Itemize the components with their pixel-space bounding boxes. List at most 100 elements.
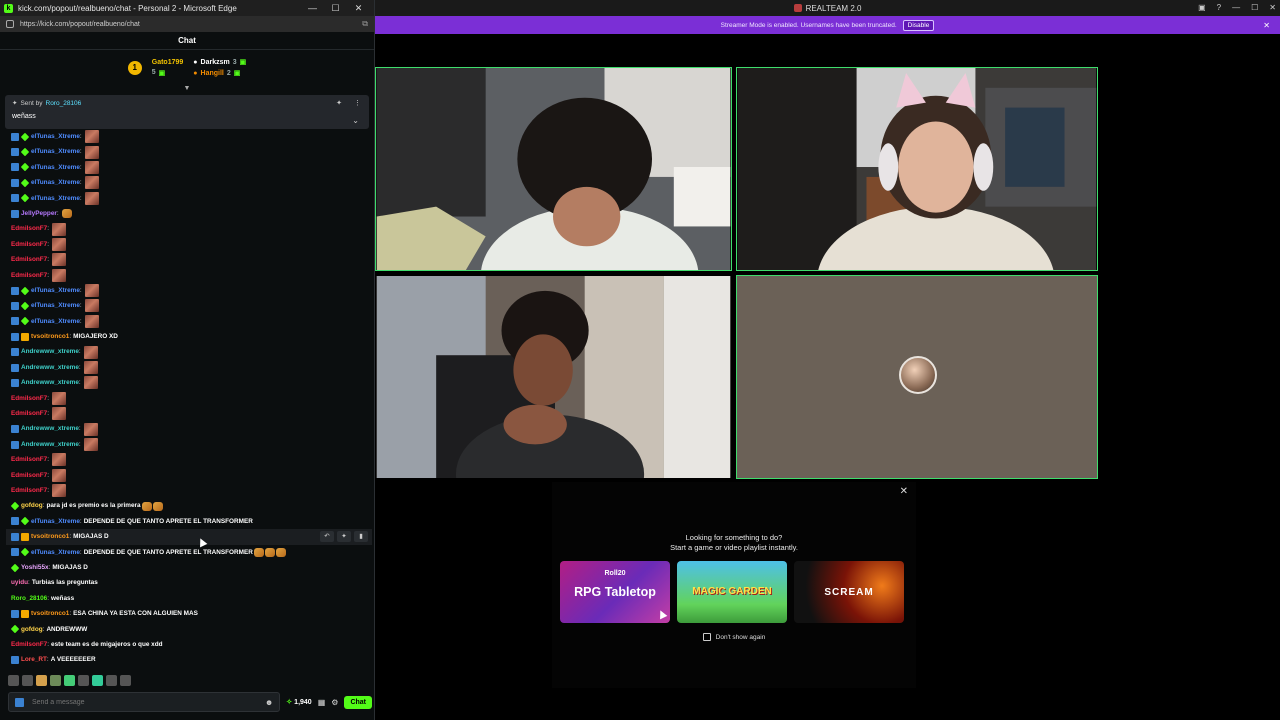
chat-username[interactable]: EdmilsonF7	[11, 252, 47, 267]
channel-points[interactable]: ✧ 1,940	[286, 698, 311, 707]
video-tile[interactable]	[375, 67, 732, 271]
chat-message[interactable]: JellyPepper:	[6, 206, 372, 221]
chat-message[interactable]: elTunas_Xtreme:	[6, 160, 372, 175]
chat-message[interactable]: gofdog: para jd es premio es la primera	[6, 498, 372, 513]
chat-username[interactable]: EdmilsonF7	[11, 268, 47, 283]
emote-icon[interactable]	[8, 675, 19, 686]
chat-message[interactable]: Lore_RT: A VEEEEEEER	[6, 652, 372, 667]
chat-message[interactable]: Roro_28106: weñass	[6, 591, 372, 606]
emoji-icon[interactable]: ☻	[265, 698, 273, 707]
chevron-down-icon[interactable]: ⌄	[352, 116, 359, 125]
chat-username[interactable]: Andrewww_xtreme	[21, 375, 79, 390]
chat-username[interactable]: elTunas_Xtreme	[31, 298, 80, 313]
chat-message[interactable]: Andrewww_xtreme:	[6, 360, 372, 375]
maximize-icon[interactable]: ☐	[324, 3, 347, 14]
emote-icon[interactable]	[36, 675, 47, 686]
chat-message[interactable]: elTunas_Xtreme:	[6, 191, 372, 206]
chat-input-box[interactable]: ☻	[8, 692, 281, 712]
chat-message[interactable]: Yoshi55x: MIGAJAS D	[6, 560, 372, 575]
chat-username[interactable]: EdmilsonF7	[11, 468, 47, 483]
dont-show-checkbox[interactable]	[702, 633, 711, 641]
reply-icon[interactable]: ↶	[320, 531, 334, 543]
chat-message[interactable]: elTunas_Xtreme:	[6, 298, 372, 313]
chat-message[interactable]: EdmilsonF7:	[6, 452, 372, 467]
chat-message[interactable]: elTunas_Xtreme: DEPENDE DE QUE TANTO APRE…	[6, 545, 372, 560]
chat-username[interactable]: Andrewww_xtreme	[21, 421, 79, 436]
chat-message[interactable]: EdmilsonF7:	[6, 468, 372, 483]
chat-message[interactable]: Andrewww_xtreme:	[6, 437, 372, 452]
chat-username[interactable]: tvsoitronco1	[31, 329, 69, 344]
chat-username[interactable]: elTunas_Xtreme	[31, 314, 80, 329]
video-tile[interactable]	[736, 67, 1098, 271]
chat-username[interactable]: elTunas_Xtreme	[31, 144, 80, 159]
close-icon[interactable]: ✕	[900, 486, 908, 497]
chat-username[interactable]: Andrewww_xtreme	[21, 437, 79, 452]
send-chat-button[interactable]: Chat	[344, 695, 372, 709]
unpin-icon[interactable]: ✦	[336, 99, 342, 107]
chat-username[interactable]: Roro_28106	[11, 591, 47, 606]
activity-card-scream[interactable]: SCREAM	[794, 561, 904, 623]
emote-icon[interactable]	[78, 675, 89, 686]
emote-icon[interactable]	[64, 675, 75, 686]
chat-username[interactable]: tvsoitronco1	[31, 529, 69, 544]
video-tile-camera-off[interactable]	[736, 275, 1098, 479]
chat-message-list[interactable]: elTunas_Xtreme: elTunas_Xtreme: elTunas_Xt…	[6, 129, 372, 669]
chat-username[interactable]: EdmilsonF7	[11, 483, 47, 498]
close-icon[interactable]: ✕	[1269, 0, 1276, 16]
chat-message[interactable]: Andrewww_xtreme:	[6, 421, 372, 436]
chat-message[interactable]: tvsoitronco1: MIGAJERO XD	[6, 329, 372, 344]
chat-message[interactable]: gofdog: ANDREWWW	[6, 622, 372, 637]
chat-username[interactable]: elTunas_Xtreme	[31, 160, 80, 175]
chat-username[interactable]: elTunas_Xtreme	[31, 175, 80, 190]
chat-username[interactable]: EdmilsonF7	[11, 221, 47, 236]
pin-icon[interactable]: ✦	[337, 531, 351, 543]
chat-username[interactable]: tvsoitronco1	[31, 606, 69, 621]
chat-message[interactable]: tvsoitronco1: MIGAJAS D ↶ ✦ ▮	[6, 529, 372, 545]
gifter-name[interactable]: Hangill	[201, 70, 224, 77]
chat-message[interactable]: EdmilsonF7:	[6, 268, 372, 283]
store-icon[interactable]: ▦	[318, 698, 326, 707]
chat-message[interactable]: elTunas_Xtreme:	[6, 314, 372, 329]
emote-icon[interactable]	[50, 675, 61, 686]
chat-username[interactable]: elTunas_Xtreme	[31, 283, 80, 298]
chat-message[interactable]: EdmilsonF7:	[6, 406, 372, 421]
video-tile[interactable]	[375, 275, 732, 479]
chat-username[interactable]: gofdog	[21, 622, 43, 637]
chat-message[interactable]: elTunas_Xtreme:	[6, 283, 372, 298]
emote-icon[interactable]	[120, 675, 131, 686]
emote-picker-icon[interactable]	[15, 697, 24, 707]
dont-show-again-row[interactable]: Don't show again	[552, 633, 916, 641]
chat-username[interactable]: elTunas_Xtreme	[31, 545, 80, 560]
close-icon[interactable]: ✕	[347, 3, 370, 14]
extensions-icon[interactable]: ⧉	[362, 19, 368, 29]
maximize-icon[interactable]: ☐	[1251, 0, 1258, 16]
gifter-name[interactable]: Gato1799	[152, 59, 184, 66]
gifter-name[interactable]: Darkzsm	[201, 59, 230, 66]
chat-username[interactable]: elTunas_Xtreme	[31, 514, 80, 529]
emote-icon[interactable]	[106, 675, 117, 686]
pinned-sender[interactable]: Roro_28106	[46, 100, 82, 107]
chat-message[interactable]: EdmilsonF7:	[6, 237, 372, 252]
close-icon[interactable]: ✕	[1263, 21, 1270, 30]
chat-username[interactable]: Andrewww_xtreme	[21, 344, 79, 359]
help-icon[interactable]: ?	[1217, 0, 1221, 16]
settings-icon[interactable]: ⚙	[331, 698, 338, 707]
chat-message[interactable]: EdmilsonF7:	[6, 221, 372, 236]
chat-message[interactable]: Andrewww_xtreme:	[6, 344, 372, 359]
chat-message[interactable]: EdmilsonF7:	[6, 252, 372, 267]
chat-message[interactable]: elTunas_Xtreme:	[6, 129, 372, 144]
chat-message[interactable]: elTunas_Xtreme:	[6, 175, 372, 190]
pinned-message[interactable]: ✦ Sent by Roro_28106 weñass ✦ ⋮ ⌄	[5, 95, 369, 129]
chat-message[interactable]: tvsoitronco1: ESA CHINA YA ESTA CON ALGUI…	[6, 606, 372, 621]
chat-message[interactable]: EdmilsonF7: este team es de migajeros o q…	[6, 637, 372, 652]
more-options-icon[interactable]: ⋮	[354, 99, 361, 107]
chat-input[interactable]	[32, 698, 265, 706]
chat-username[interactable]: elTunas_Xtreme	[31, 191, 80, 206]
chat-username[interactable]: gofdog	[21, 498, 43, 513]
chat-message[interactable]: elTunas_Xtreme:	[6, 144, 372, 159]
chat-message[interactable]: Andrewww_xtreme:	[6, 375, 372, 390]
chat-username[interactable]: uyidu	[11, 575, 28, 590]
activity-card-rpg-tabletop[interactable]: Roll20 RPG Tabletop	[560, 561, 670, 623]
chat-message[interactable]: EdmilsonF7:	[6, 391, 372, 406]
chat-username[interactable]: EdmilsonF7	[11, 406, 47, 421]
